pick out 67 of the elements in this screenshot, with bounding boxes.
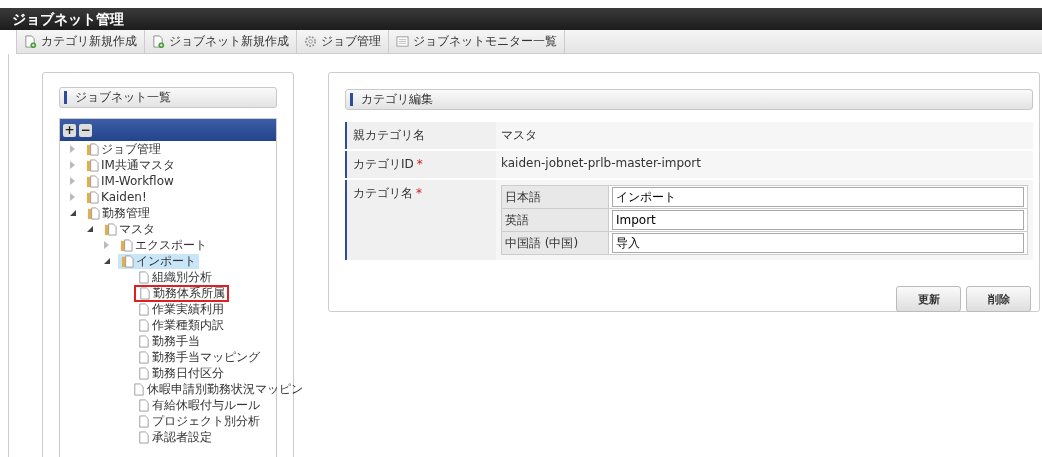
tree-item[interactable]: 作業種類内訳 <box>134 317 227 333</box>
tree-item[interactable]: インポート <box>118 253 199 269</box>
tree-item[interactable]: 勤務手当マッピング <box>134 349 263 365</box>
toolbar-button[interactable]: カテゴリ新規作成 <box>17 30 145 53</box>
tree-item[interactable]: IM-Workflow <box>83 173 177 189</box>
document-icon <box>132 382 145 396</box>
tree-toggle-button[interactable]: + <box>63 123 76 137</box>
document-icon <box>137 350 150 364</box>
document-icon <box>138 286 151 300</box>
tree-item[interactable]: 組織別分析 <box>134 269 215 285</box>
window-title: ジョブネット管理 <box>0 8 1042 30</box>
document-icon <box>137 334 150 348</box>
new-document-icon <box>24 35 37 48</box>
folder-icon <box>86 142 99 156</box>
document-icon <box>137 302 150 316</box>
document-icon <box>137 270 150 284</box>
tree-item[interactable]: 作業実績利用 <box>134 301 227 317</box>
field-value: kaiden-jobnet-prlb-master-import <box>496 151 1033 178</box>
folder-icon <box>87 206 100 220</box>
expand-arrow-icon[interactable] <box>70 210 76 216</box>
document-icon <box>137 414 150 428</box>
tree-item[interactable]: マスタ <box>101 221 158 237</box>
folder-icon <box>120 238 133 252</box>
input-field[interactable]: Import <box>612 210 1024 230</box>
action-button[interactable]: 削除 <box>966 286 1031 312</box>
input-field[interactable]: 导入 <box>612 233 1024 253</box>
tree-toggle-button[interactable]: − <box>79 123 92 137</box>
gear-icon <box>304 35 317 48</box>
action-button[interactable]: 更新 <box>896 286 961 312</box>
folder-icon <box>86 190 99 204</box>
tree-item[interactable]: Kaiden! <box>83 189 150 205</box>
folder-icon <box>86 158 99 172</box>
tree-item[interactable]: エクスポート <box>117 237 210 253</box>
input-field[interactable]: インポート <box>612 187 1024 207</box>
panel-title: カテゴリ編集 <box>361 91 433 108</box>
expand-arrow-icon[interactable] <box>87 226 93 232</box>
tree-item[interactable]: IM共通マスタ <box>83 157 178 173</box>
tree-item[interactable]: 勤務日付区分 <box>134 365 227 381</box>
tree-item[interactable]: 勤務体系所属 <box>134 284 229 302</box>
folder-icon <box>86 174 99 188</box>
locale-label: 英語 <box>501 208 609 232</box>
document-icon <box>137 430 150 444</box>
field-label: カテゴリID * <box>345 151 496 178</box>
expand-arrow-icon[interactable] <box>104 258 110 264</box>
new-document-icon <box>152 35 165 48</box>
document-icon <box>137 366 150 380</box>
locale-label: 日本語 <box>501 185 609 209</box>
tree-item[interactable]: 勤務手当 <box>134 333 203 349</box>
field-label: カテゴリ名 * <box>345 180 496 260</box>
toolbar-button[interactable]: ジョブ管理 <box>297 30 389 53</box>
folder-icon <box>121 254 134 268</box>
tree-item[interactable]: 承認者設定 <box>134 429 215 445</box>
folder-icon <box>104 222 117 236</box>
field-value: マスタ <box>496 122 1033 149</box>
document-icon <box>137 398 150 412</box>
document-icon <box>137 318 150 332</box>
list-window-icon <box>396 35 409 48</box>
tree-item[interactable]: ジョブ管理 <box>83 141 164 157</box>
toolbar-button[interactable]: ジョブネット新規作成 <box>145 30 297 53</box>
locale-label: 中国語 (中国) <box>501 231 609 255</box>
tree-item[interactable]: 有給休暇付与ルール <box>134 397 263 413</box>
field-label: 親カテゴリ名 <box>345 122 496 149</box>
tree-item[interactable]: 休暇申請別勤務状況マッピン <box>129 381 306 397</box>
tree-item[interactable]: 勤務管理 <box>84 205 153 221</box>
toolbar-button[interactable]: ジョブネットモニター一覧 <box>389 30 565 53</box>
tree-item[interactable]: プロジェクト別分析 <box>134 413 263 429</box>
panel-title: ジョブネット一覧 <box>75 89 171 106</box>
